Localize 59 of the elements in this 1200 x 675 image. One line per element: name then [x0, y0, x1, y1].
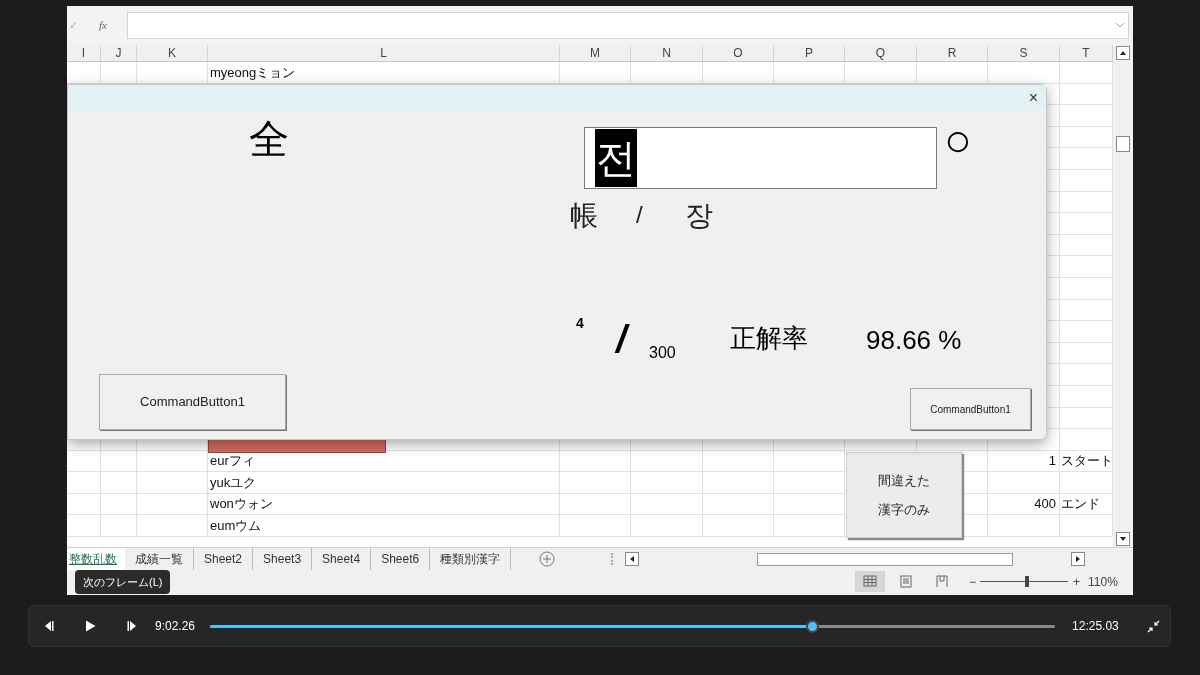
- zoom-slider-track[interactable]: [980, 576, 1068, 587]
- answer-field[interactable]: 전: [584, 127, 937, 189]
- function-label[interactable]: fx: [99, 17, 123, 34]
- column-header[interactable]: R: [917, 45, 988, 61]
- scroll-left-icon[interactable]: [625, 552, 640, 566]
- horizontal-scrollbar[interactable]: [757, 552, 1014, 566]
- column-header[interactable]: I: [67, 45, 101, 61]
- table-cell-text: 400: [1034, 495, 1057, 514]
- column-header[interactable]: O: [703, 45, 774, 61]
- button-label: 間違えた: [878, 471, 930, 490]
- normal-view-icon[interactable]: [855, 571, 885, 592]
- rate-label: 正解率: [730, 322, 808, 355]
- command-button[interactable]: CommandButton1: [99, 374, 286, 430]
- table-cell-text: エンド: [1060, 495, 1100, 514]
- kanji-label: 全: [249, 117, 289, 161]
- column-header[interactable]: J: [101, 45, 137, 61]
- reading-separator: /: [636, 200, 643, 230]
- sheet-tab[interactable]: 整数乱数: [67, 548, 125, 570]
- table-cell-text: myeongミョン: [209, 63, 296, 82]
- table-cell-text: スタート: [1060, 452, 1113, 471]
- reading-label: 장: [685, 199, 713, 233]
- sheet-button[interactable]: 間違えた 漢字のみ: [846, 452, 962, 538]
- count-label: 4: [576, 314, 584, 333]
- zoom-slider-thumb[interactable]: [1024, 576, 1029, 587]
- formula-field[interactable]: [127, 12, 1129, 39]
- command-button[interactable]: CommandButton1: [910, 388, 1031, 430]
- tooltip: 次のフレーム(L): [75, 570, 171, 594]
- column-header[interactable]: Q: [845, 45, 917, 61]
- add-sheet-icon[interactable]: [539, 551, 556, 567]
- table-cell-text: wonウォン: [209, 495, 273, 514]
- button-label: 漢字のみ: [878, 501, 930, 519]
- total-label: 300: [649, 343, 676, 363]
- column-header[interactable]: K: [137, 45, 208, 61]
- scroll-up-icon[interactable]: [1116, 46, 1130, 60]
- table-cell-text: yukユク: [209, 473, 257, 492]
- close-button[interactable]: ×: [1028, 86, 1038, 110]
- zoom-level[interactable]: 110%: [1088, 572, 1118, 591]
- correct-mark: ○: [944, 115, 972, 165]
- column-header[interactable]: N: [631, 45, 703, 61]
- reading-label: 帳: [570, 199, 598, 233]
- column-header[interactable]: M: [560, 45, 631, 61]
- total-time: 12:25.03: [1072, 618, 1119, 635]
- collapse-icon[interactable]: [1146, 619, 1160, 633]
- column-header[interactable]: L: [208, 45, 560, 61]
- seek-track[interactable]: [210, 619, 1056, 633]
- play-icon[interactable]: [85, 620, 96, 632]
- zoom-in-button[interactable]: +: [1073, 572, 1081, 591]
- table-cell-text: 1: [1048, 452, 1057, 471]
- seek-thumb[interactable]: [805, 619, 819, 633]
- scroll-right-icon[interactable]: [1071, 552, 1086, 566]
- table-cell-text: eurフィ: [209, 452, 255, 471]
- column-header[interactable]: P: [774, 45, 845, 61]
- scroll-down-icon[interactable]: [1116, 532, 1130, 546]
- table-cell-text: eumウム: [209, 517, 262, 535]
- elapsed-time: 9:02.26: [155, 618, 196, 635]
- scroll-thumb[interactable]: [1116, 136, 1130, 152]
- column-header[interactable]: S: [988, 45, 1060, 61]
- zoom-out-button[interactable]: −: [969, 572, 976, 591]
- rate-value: 98.66 %: [866, 324, 962, 357]
